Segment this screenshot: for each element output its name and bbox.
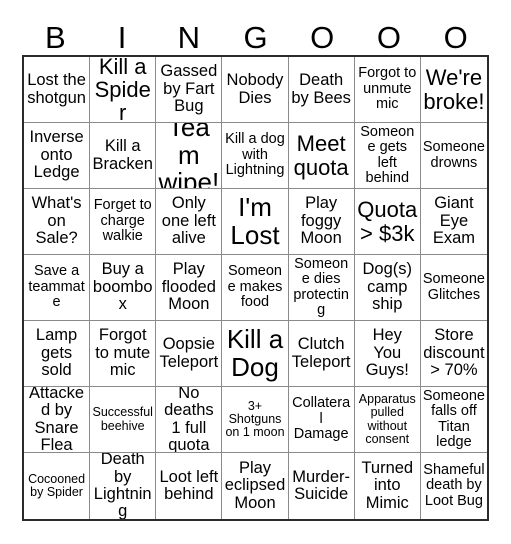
bingo-header-row: BINGOOO [22,14,489,55]
bingo-cell[interactable]: Someone drowns [420,123,487,189]
bingo-cell[interactable]: Gassed by Fart Bug [156,57,223,123]
bingo-cell[interactable]: Someone Glitches [420,255,487,321]
bingo-cell[interactable]: Nobody Dies [222,57,289,123]
bingo-cell[interactable]: Forgot to unmute mic [354,57,421,123]
bingo-cell[interactable]: Lamp gets sold [24,321,91,387]
bingo-cell[interactable]: Collateral Damage [288,387,355,453]
bingo-cell[interactable]: Save a teammate [24,255,91,321]
bingo-cell[interactable]: Murder-Suicide [289,453,355,519]
bingo-cell[interactable]: Clutch Teleport [288,321,355,387]
bingo-cell[interactable]: Team wipe! [156,123,223,189]
bingo-cell[interactable]: Play eclipsed Moon [222,453,289,519]
bingo-cell[interactable]: Meet quota [288,123,355,189]
bingo-header-letter-0: B [45,20,66,55]
bingo-cell[interactable]: Loot left behind [156,453,223,519]
bingo-cell[interactable]: Successful beehive [90,387,157,453]
bingo-header-letter-5: O [376,20,402,55]
bingo-cell[interactable]: Forget to charge walkie [90,189,157,255]
bingo-cell[interactable]: We're broke! [420,57,487,123]
bingo-cell[interactable]: Shameful death by Loot Bug [421,453,487,519]
bingo-cell[interactable]: Forgot to mute mic [90,321,157,387]
bingo-cell[interactable]: No deaths 1 full quota [156,387,223,453]
bingo-cell[interactable]: Kill a dog with Lightning [222,123,289,189]
bingo-cell[interactable]: Attacked by Snare Flea [24,387,91,453]
bingo-header-letter-3: G [243,20,268,55]
bingo-cell[interactable]: Lost the shotgun [24,57,91,123]
bingo-cell[interactable]: Someone falls off Titan ledge [420,387,487,453]
bingo-cell[interactable]: Apparatus pulled without consent [354,387,421,453]
bingo-grid: Lost the shotgun Kill a Spider Gassed by F… [22,55,489,521]
bingo-cell[interactable]: Buy a boombox [90,255,157,321]
bingo-cell[interactable]: Someone gets left behind [354,123,421,189]
bingo-cell[interactable]: Store discount > 70% [420,321,487,387]
bingo-cell[interactable]: Only one left alive [156,189,223,255]
bingo-cell[interactable]: Kill a Spider [90,57,157,123]
bingo-cell[interactable]: Kill a Bracken [90,123,157,189]
bingo-cell[interactable]: Someone dies protecting [288,255,355,321]
bingo-cell[interactable]: Cocooned by Spider [24,453,91,519]
bingo-cell[interactable]: Quota > $3k [354,189,421,255]
bingo-card: B I N G O O O Lost the shotgun Kill a Spider Gas… [0,0,511,544]
bingo-cell[interactable]: Giant Eye Exam [420,189,487,255]
bingo-cell[interactable]: Oopsie Teleport [156,321,223,387]
bingo-cell[interactable]: Death by Lightning [90,453,157,519]
bingo-cell[interactable]: I'm Lost [222,189,289,255]
bingo-cell[interactable]: Play flooded Moon [156,255,223,321]
bingo-cell[interactable]: Turned into Mimic [355,453,421,519]
bingo-cell[interactable]: 3+ Shotguns on 1 moon [222,387,289,453]
bingo-header-letter-2: N [177,20,200,55]
bingo-header-letter-1: I [117,20,127,55]
bingo-cell[interactable]: Play foggy Moon [288,189,355,255]
bingo-header-letter-4: O [310,20,335,55]
bingo-cell[interactable]: Hey You Guys! [354,321,421,387]
bingo-cell[interactable]: Death by Bees [288,57,355,123]
bingo-cell[interactable]: Someone makes food [222,255,289,321]
bingo-cell[interactable]: What's on Sale? [24,189,91,255]
bingo-cell[interactable]: Dog(s) camp ship [354,255,421,321]
bingo-cell[interactable]: Kill a Dog [222,321,289,387]
bingo-cell[interactable]: Inverse onto Ledge [24,123,91,189]
bingo-header-letter-6: O [443,20,468,55]
